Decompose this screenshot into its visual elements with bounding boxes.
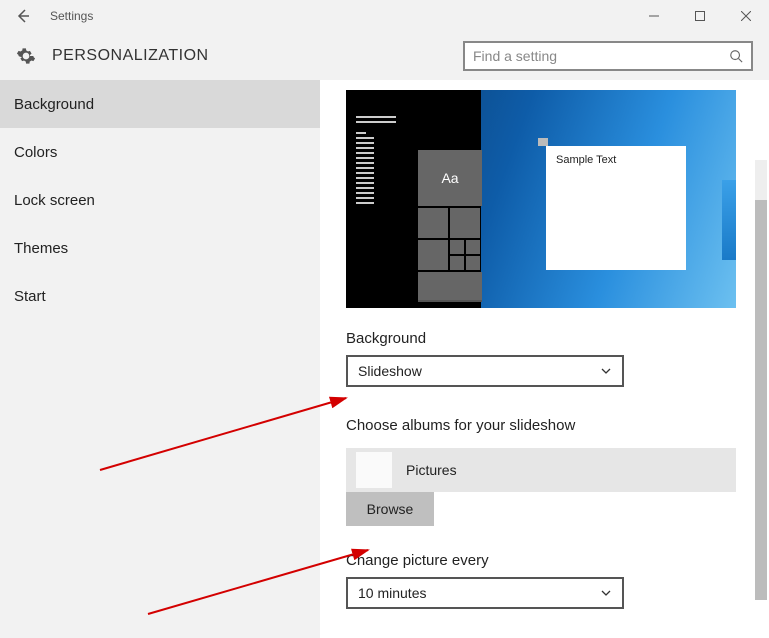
window-controls <box>631 0 769 32</box>
search-input[interactable] <box>473 48 729 64</box>
app-title: Settings <box>50 9 93 23</box>
sidebar: Background Colors Lock screen Themes Sta… <box>0 80 320 638</box>
album-name: Pictures <box>406 462 457 478</box>
sidebar-item-label: Colors <box>14 144 57 161</box>
maximize-button[interactable] <box>677 0 723 32</box>
interval-label: Change picture every <box>346 552 743 569</box>
sample-window: Sample Text <box>546 146 686 270</box>
minimize-icon <box>649 11 659 21</box>
albums-label: Choose albums for your slideshow <box>346 417 743 434</box>
chevron-down-icon <box>600 587 612 599</box>
sidebar-item-start[interactable]: Start <box>0 272 320 320</box>
sidebar-item-label: Lock screen <box>14 192 95 209</box>
header-row: PERSONALIZATION <box>0 32 769 80</box>
browse-button[interactable]: Browse <box>346 492 434 526</box>
preview-app-list <box>356 116 396 207</box>
sidebar-item-themes[interactable]: Themes <box>0 224 320 272</box>
background-label: Background <box>346 330 743 347</box>
content-pane: Preview Aa <box>320 80 769 638</box>
title-bar: Settings <box>0 0 769 32</box>
maximize-icon <box>695 11 705 21</box>
desktop-preview: Aa Sample Text <box>346 90 736 308</box>
chevron-down-icon <box>600 365 612 377</box>
preview-edge <box>722 180 736 260</box>
sample-text: Sample Text <box>546 146 686 174</box>
interval-dropdown[interactable]: 10 minutes <box>346 577 624 609</box>
background-dropdown[interactable]: Slideshow <box>346 355 624 387</box>
dropdown-value: Slideshow <box>358 363 422 379</box>
back-button[interactable] <box>0 0 46 32</box>
main-area: Background Colors Lock screen Themes Sta… <box>0 80 769 638</box>
search-box[interactable] <box>463 41 753 71</box>
close-icon <box>741 11 751 21</box>
accent-tile: Aa <box>418 150 482 206</box>
dropdown-value: 10 minutes <box>358 585 426 601</box>
preview-tiles: Aa <box>418 150 482 304</box>
sidebar-item-lock-screen[interactable]: Lock screen <box>0 176 320 224</box>
sidebar-item-label: Themes <box>14 240 68 257</box>
search-icon <box>729 49 743 63</box>
sidebar-item-background[interactable]: Background <box>0 80 320 128</box>
minimize-button[interactable] <box>631 0 677 32</box>
sidebar-item-label: Background <box>14 96 94 113</box>
sidebar-item-colors[interactable]: Colors <box>0 128 320 176</box>
back-arrow-icon <box>15 8 31 24</box>
page-title: PERSONALIZATION <box>52 47 209 65</box>
album-item[interactable]: Pictures <box>346 448 736 492</box>
close-button[interactable] <box>723 0 769 32</box>
scrollbar-thumb[interactable] <box>755 200 767 600</box>
gear-icon <box>16 46 36 66</box>
sidebar-item-label: Start <box>14 288 46 305</box>
album-thumbnail <box>356 452 392 488</box>
